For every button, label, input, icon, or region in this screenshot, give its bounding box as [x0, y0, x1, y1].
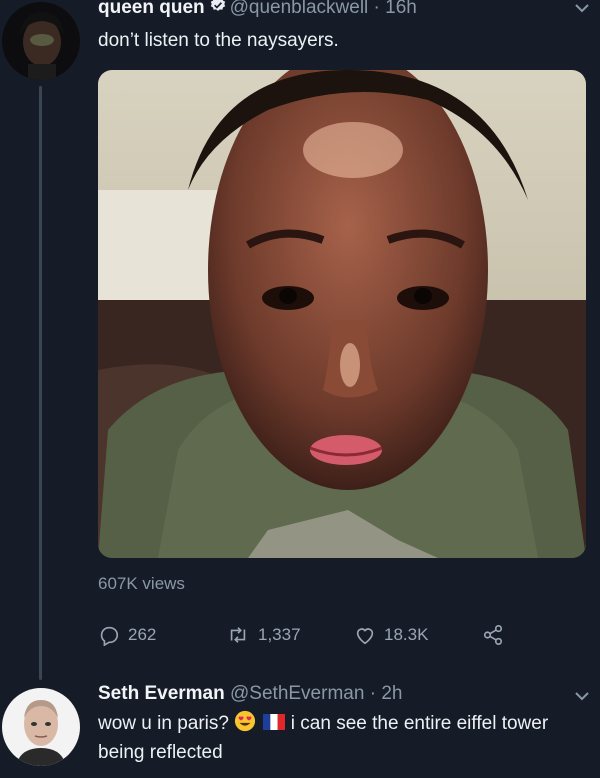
separator-dot: ·: [369, 683, 377, 704]
tweet-header: queen quen @quenblackwell · 16h: [98, 0, 417, 20]
view-count: 607K views: [98, 574, 185, 593]
verified-badge-icon: [209, 0, 227, 20]
reply-text-part: wow u in paris?: [98, 713, 229, 734]
retweet-count: 1,337: [258, 625, 301, 644]
like-button[interactable]: 18.3K: [354, 624, 482, 646]
heart-eyes-emoji-icon: [234, 710, 256, 740]
retweet-icon: [226, 624, 250, 646]
reply-header: Seth Everman @SethEverman · 2h: [98, 683, 402, 705]
chevron-down-icon[interactable]: [574, 0, 590, 16]
timestamp[interactable]: 16h: [385, 0, 417, 18]
heart-icon: [354, 624, 376, 646]
display-name[interactable]: queen quen: [98, 0, 205, 18]
reply-button[interactable]: 262: [98, 624, 226, 646]
separator-dot: ·: [373, 0, 380, 19]
reply-timestamp[interactable]: 2h: [381, 683, 402, 704]
reply-text: wow u in paris? i can see the entire eif…: [98, 710, 568, 766]
share-icon: [482, 624, 504, 646]
france-flag-emoji-icon: [262, 712, 286, 740]
like-count: 18.3K: [384, 625, 429, 644]
tweet-text: don’t listen to the naysayers.: [98, 30, 339, 51]
reply-icon: [98, 624, 120, 646]
reply-display-name[interactable]: Seth Everman: [98, 683, 225, 704]
thread-connector-line: [39, 86, 42, 680]
chevron-down-icon[interactable]: [574, 688, 590, 704]
retweet-button[interactable]: 1,337: [226, 624, 354, 646]
tweet-actions: 262 1,337 18.3K: [98, 624, 504, 646]
avatar[interactable]: [2, 2, 80, 80]
reply-avatar[interactable]: [2, 688, 80, 766]
handle[interactable]: @quenblackwell: [230, 0, 369, 18]
tweet-video[interactable]: [98, 70, 586, 558]
reply-handle[interactable]: @SethEverman: [230, 683, 364, 704]
reply-count: 262: [128, 625, 157, 644]
share-button[interactable]: [482, 624, 504, 646]
